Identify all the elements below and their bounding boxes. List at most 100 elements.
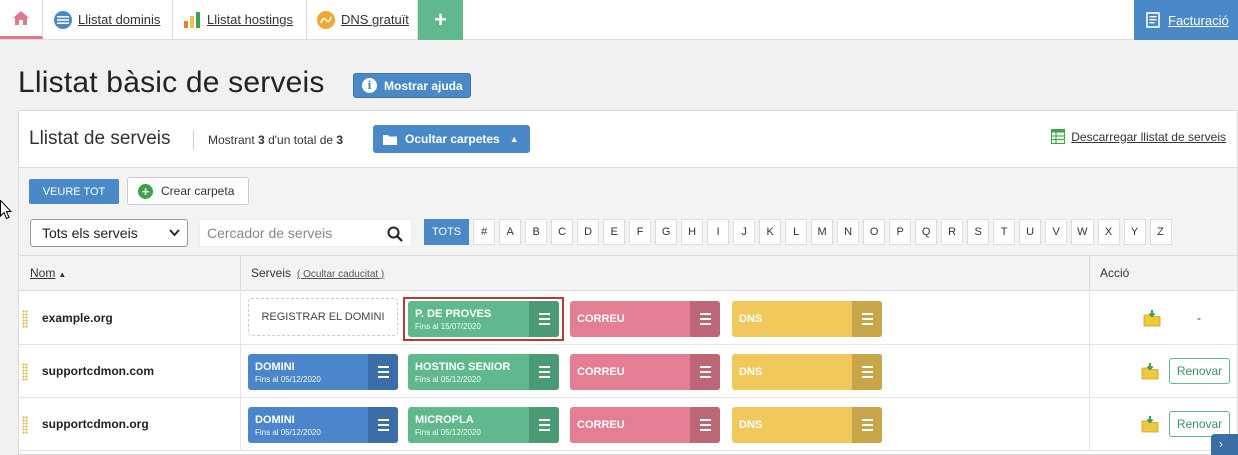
letter-filter-tots[interactable]: TOTS [424, 219, 470, 245]
letter-filter-j[interactable]: J [733, 219, 756, 245]
sort-by-name[interactable]: Nom ▲ [30, 266, 66, 280]
table-row: supportcdmon.org DOMINI Fins al 05/12/2020… [19, 398, 1237, 451]
hide-folders-button[interactable]: Ocultar carpetes ▲ [373, 125, 530, 153]
service-filter-select[interactable]: Tots els serveis [30, 219, 188, 247]
service-card-dns[interactable]: DNS [732, 354, 882, 390]
service-card-dns[interactable]: DNS [732, 301, 882, 337]
letter-filter-r[interactable]: R [941, 219, 964, 245]
letter-filter-f[interactable]: F [629, 219, 652, 245]
service-card-title: DNS [739, 313, 763, 325]
service-card-domini[interactable]: DOMINI Fins al 05/12/2020 [248, 407, 398, 443]
hamburger-menu-icon[interactable] [690, 354, 720, 390]
letter-filter-o[interactable]: O [863, 219, 886, 245]
service-card-domini[interactable]: DOMINI Fins al 05/12/2020 [248, 354, 398, 390]
letter-filter-d[interactable]: D [577, 219, 600, 245]
service-card-hosting-senior[interactable]: HOSTING SENIOR Fins al 05/12/2020 [408, 354, 559, 390]
service-card-expiry: Fins al 05/12/2020 [415, 375, 481, 384]
service-name: supportcdmon.com [42, 364, 155, 378]
service-card-micropla[interactable]: MICROPLA Fins al 05/12/2020 [408, 407, 559, 443]
letter-filter-a[interactable]: A [499, 219, 522, 245]
download-label: Descarregar llistat de serveis [1071, 129, 1226, 144]
letter-filter-w[interactable]: W [1071, 219, 1094, 245]
hide-expiry-link[interactable]: ( Ocultar caducitat ) [297, 269, 384, 280]
service-card-dns[interactable]: DNS [732, 407, 882, 443]
table-row: supportcdmon.com DOMINI Fins al 05/12/2020… [19, 345, 1237, 398]
spreadsheet-icon [1051, 129, 1066, 144]
drag-handle-icon[interactable] [22, 310, 28, 328]
add-tab-button[interactable]: + [418, 0, 463, 40]
service-card-correu[interactable]: CORREU [570, 407, 720, 443]
service-card-correu[interactable]: CORREU [570, 301, 720, 337]
service-search-input[interactable] [207, 225, 377, 241]
tab-domains-list[interactable]: Llistat dominis [43, 0, 173, 39]
column-divider [1089, 345, 1090, 398]
letter-filter-h[interactable]: H [681, 219, 704, 245]
sort-asc-icon: ▲ [58, 270, 67, 279]
register-domain-button[interactable]: REGISTRAR EL DOMINI [248, 298, 398, 336]
drag-handle-icon[interactable] [22, 416, 28, 434]
service-card-title: CORREU [577, 366, 625, 378]
column-divider [240, 398, 241, 451]
chevron-right-icon[interactable]: › [1211, 434, 1238, 455]
letter-filter-m[interactable]: M [811, 219, 834, 245]
view-all-button[interactable]: VEURE TOT [29, 179, 119, 204]
move-to-folder-icon[interactable] [1143, 309, 1161, 327]
letter-filter-s[interactable]: S [967, 219, 990, 245]
show-help-button[interactable]: i Mostrar ajuda [353, 73, 471, 98]
create-folder-button[interactable]: + Crear carpeta [127, 177, 249, 205]
hamburger-menu-icon[interactable] [852, 301, 882, 337]
letter-filter-v[interactable]: V [1045, 219, 1068, 245]
letter-filter-q[interactable]: Q [915, 219, 938, 245]
column-divider [1089, 292, 1090, 345]
letter-filter-e[interactable]: E [603, 219, 626, 245]
letter-filter-hash[interactable]: # [473, 219, 496, 245]
service-card-correu[interactable]: CORREU [570, 354, 720, 390]
billing-label: Facturació [1168, 12, 1229, 28]
search-icon[interactable] [387, 226, 403, 242]
letter-filter-l[interactable]: L [785, 219, 808, 245]
letter-filter-u[interactable]: U [1019, 219, 1042, 245]
show-help-label: Mostrar ajuda [384, 78, 463, 93]
letter-filter-k[interactable]: K [759, 219, 782, 245]
download-services-link[interactable]: Descarregar llistat de serveis [1051, 129, 1226, 144]
service-name: example.org [42, 311, 113, 325]
folder-icon [383, 134, 397, 145]
letter-filter-n[interactable]: N [837, 219, 860, 245]
hamburger-menu-icon[interactable] [368, 407, 398, 443]
letter-filter-z[interactable]: Z [1149, 219, 1172, 245]
add-icon: + [138, 183, 153, 199]
hamburger-menu-icon[interactable] [852, 354, 882, 390]
letter-filter-p[interactable]: P [889, 219, 912, 245]
renew-button[interactable]: Renovar [1169, 358, 1230, 384]
move-to-folder-icon[interactable] [1141, 415, 1159, 433]
move-to-folder-icon[interactable] [1141, 362, 1159, 380]
tab-hostings-list[interactable]: Llistat hostings [173, 0, 307, 39]
letter-filter-x[interactable]: X [1097, 219, 1120, 245]
column-divider [1089, 256, 1090, 291]
letter-filter-c[interactable]: C [551, 219, 574, 245]
letter-filter-t[interactable]: T [993, 219, 1016, 245]
table-header: Nom ▲ Serveis( Ocultar caducitat ) Acció [19, 256, 1237, 291]
letter-filter-b[interactable]: B [525, 219, 548, 245]
hamburger-menu-icon[interactable] [529, 407, 559, 443]
hamburger-menu-icon[interactable] [690, 301, 720, 337]
service-card-title: CORREU [577, 419, 625, 431]
caret-up-icon: ▲ [509, 134, 519, 144]
letter-filter-i[interactable]: I [707, 219, 730, 245]
letter-filter-g[interactable]: G [655, 219, 678, 245]
bar-chart-icon [184, 11, 200, 28]
drag-handle-icon[interactable] [22, 363, 28, 381]
service-name: supportcdmon.org [42, 417, 149, 431]
tab-free-dns[interactable]: DNS gratuït [307, 0, 418, 39]
hamburger-menu-icon[interactable] [529, 354, 559, 390]
chevron-down-icon [169, 229, 180, 237]
hamburger-menu-icon[interactable] [690, 407, 720, 443]
tab-home[interactable] [0, 0, 43, 39]
hamburger-menu-icon[interactable] [852, 407, 882, 443]
results-count: Mostrant 3 d'un total de 3 [208, 133, 344, 147]
invoice-icon [1146, 12, 1160, 28]
hamburger-menu-icon[interactable] [368, 354, 398, 390]
billing-button[interactable]: Facturació [1134, 0, 1238, 40]
service-card-expiry: Fins al 05/12/2020 [415, 428, 481, 437]
letter-filter-y[interactable]: Y [1123, 219, 1146, 245]
